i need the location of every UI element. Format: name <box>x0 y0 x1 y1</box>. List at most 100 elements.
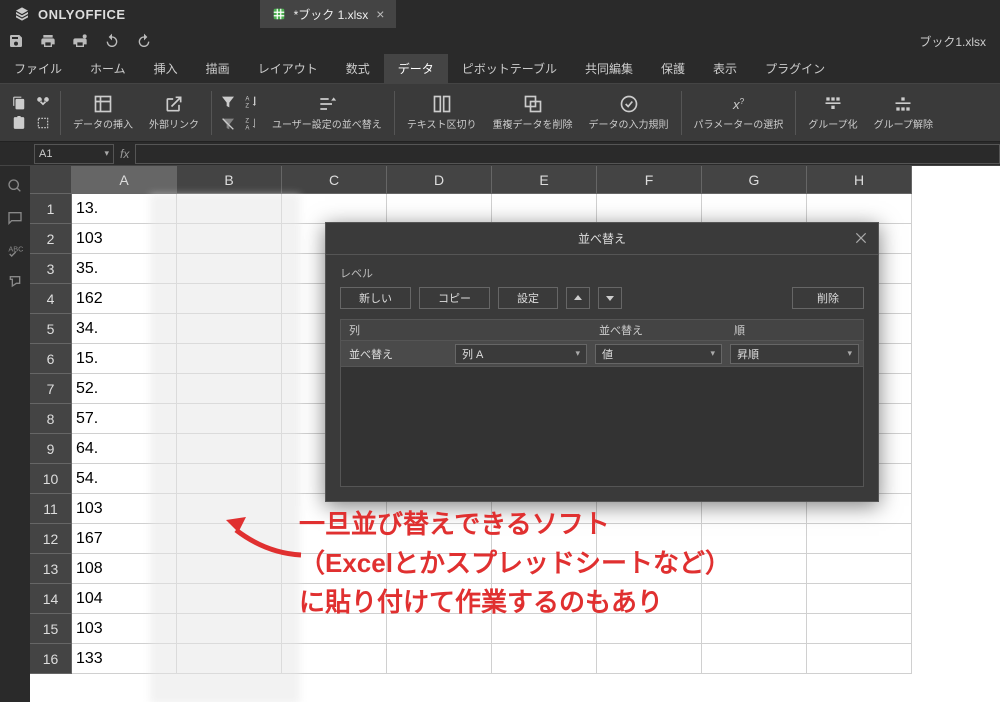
formula-input[interactable] <box>135 144 1000 164</box>
external-link-button[interactable]: 外部リンク <box>141 92 207 133</box>
menu-item-表示[interactable]: 表示 <box>699 54 751 83</box>
data-validation-button[interactable]: データの入力規則 <box>581 92 677 133</box>
col-header-G[interactable]: G <box>702 166 807 194</box>
feedback-icon[interactable] <box>7 274 23 290</box>
sort-column-select[interactable]: 列 A▾ <box>455 344 587 364</box>
redo-icon[interactable] <box>136 33 152 49</box>
menu-item-共同編集[interactable]: 共同編集 <box>571 54 647 83</box>
spellcheck-icon[interactable]: ABC <box>7 242 23 258</box>
dialog-title-bar[interactable]: 並べ替え <box>326 223 878 255</box>
text-to-columns-button[interactable]: テキスト区切り <box>399 92 485 133</box>
col-header-A[interactable]: A <box>72 166 177 194</box>
undo-icon[interactable] <box>104 33 120 49</box>
row-header-3[interactable]: 3 <box>30 254 72 284</box>
menu-item-ピボットテーブル[interactable]: ピボットテーブル <box>448 54 571 83</box>
row-header-14[interactable]: 14 <box>30 584 72 614</box>
sort-on-select[interactable]: 値▾ <box>595 344 722 364</box>
menu-item-ファイル[interactable]: ファイル <box>0 54 76 83</box>
comments-icon[interactable] <box>7 210 23 226</box>
row-header-5[interactable]: 5 <box>30 314 72 344</box>
cut-icon[interactable] <box>36 96 50 110</box>
row-header-6[interactable]: 6 <box>30 344 72 374</box>
svg-text:A: A <box>245 125 249 131</box>
menu-item-保護[interactable]: 保護 <box>647 54 699 83</box>
row-header-9[interactable]: 9 <box>30 434 72 464</box>
search-icon[interactable] <box>7 178 23 194</box>
fx-icon[interactable]: fx <box>120 147 129 161</box>
sort-desc-icon[interactable]: ZA <box>244 116 260 132</box>
move-down-button[interactable] <box>598 287 622 309</box>
save-icon[interactable] <box>8 33 24 49</box>
cell-F16[interactable] <box>597 644 702 674</box>
col-header-C[interactable]: C <box>282 166 387 194</box>
select-all-corner[interactable] <box>30 166 72 194</box>
group-button[interactable]: グループ化 <box>800 92 865 133</box>
delete-level-button[interactable]: 削除 <box>792 287 864 309</box>
clear-filter-icon[interactable] <box>220 116 236 132</box>
row-header-8[interactable]: 8 <box>30 404 72 434</box>
cell-D16[interactable] <box>387 644 492 674</box>
col-header-F[interactable]: F <box>597 166 702 194</box>
row-header-10[interactable]: 10 <box>30 464 72 494</box>
insert-data-button[interactable]: データの挿入 <box>65 92 141 133</box>
close-icon[interactable]: × <box>376 6 384 22</box>
sort-asc-icon[interactable]: AZ <box>244 94 260 110</box>
remove-duplicates-button[interactable]: 重複データを削除 <box>485 92 581 133</box>
print-icon[interactable] <box>40 33 56 49</box>
new-level-button[interactable]: 新しい <box>340 287 411 309</box>
settings-button[interactable]: 設定 <box>498 287 558 309</box>
row-header-7[interactable]: 7 <box>30 374 72 404</box>
cell-H14[interactable] <box>807 584 912 614</box>
cell-D1[interactable] <box>387 194 492 224</box>
cell-G16[interactable] <box>702 644 807 674</box>
cell-H1[interactable] <box>807 194 912 224</box>
cell-H12[interactable] <box>807 524 912 554</box>
cell-E1[interactable] <box>492 194 597 224</box>
sort-order-select[interactable]: 昇順▾ <box>730 344 859 364</box>
col-header-E[interactable]: E <box>492 166 597 194</box>
copy-icon[interactable] <box>12 96 26 110</box>
row-header-15[interactable]: 15 <box>30 614 72 644</box>
copy-level-button[interactable]: コピー <box>419 287 490 309</box>
filename-label: ブック1.xlsx <box>919 33 992 50</box>
menu-item-レイアウト[interactable]: レイアウト <box>244 54 332 83</box>
col-header-B[interactable]: B <box>177 166 282 194</box>
menu-item-プラグイン[interactable]: プラグイン <box>751 54 839 83</box>
custom-sort-button[interactable]: ユーザー設定の並べ替え <box>264 92 390 133</box>
quick-print-icon[interactable] <box>72 33 88 49</box>
menu-item-ホーム[interactable]: ホーム <box>76 54 140 83</box>
formula-bar-row: A1 ▾ fx <box>0 142 1000 166</box>
select-icon[interactable] <box>36 116 50 130</box>
filter-icon[interactable] <box>220 94 236 110</box>
name-box[interactable]: A1 ▾ <box>34 144 114 164</box>
cell-E16[interactable] <box>492 644 597 674</box>
left-sidebar: ABC <box>0 166 30 702</box>
cell-G1[interactable] <box>702 194 807 224</box>
menu-item-数式[interactable]: 数式 <box>332 54 384 83</box>
parameter-select-button[interactable]: x? パラメーターの選択 <box>686 92 792 133</box>
row-header-12[interactable]: 12 <box>30 524 72 554</box>
col-header-D[interactable]: D <box>387 166 492 194</box>
menu-item-描画[interactable]: 描画 <box>192 54 244 83</box>
row-header-2[interactable]: 2 <box>30 224 72 254</box>
row-header-13[interactable]: 13 <box>30 554 72 584</box>
menu-item-挿入[interactable]: 挿入 <box>140 54 192 83</box>
cell-H13[interactable] <box>807 554 912 584</box>
paste-icon[interactable] <box>12 116 26 130</box>
row-header-4[interactable]: 4 <box>30 284 72 314</box>
ungroup-button[interactable]: グループ解除 <box>866 92 941 133</box>
row-header-11[interactable]: 11 <box>30 494 72 524</box>
chevron-down-icon: ▾ <box>104 148 109 159</box>
col-header-H[interactable]: H <box>807 166 912 194</box>
annotation-text: 一旦並び替えできるソフト （Excelとかスプレッドシートなど） に貼り付けて作… <box>299 505 731 622</box>
row-header-1[interactable]: 1 <box>30 194 72 224</box>
move-up-button[interactable] <box>566 287 590 309</box>
cell-H16[interactable] <box>807 644 912 674</box>
document-tab[interactable]: *ブック 1.xlsx × <box>260 0 397 28</box>
menu-item-データ[interactable]: データ <box>384 54 448 83</box>
cell-F1[interactable] <box>597 194 702 224</box>
close-icon[interactable] <box>854 231 868 245</box>
sort-level-row[interactable]: 並べ替え 列 A▾ 値▾ 昇順▾ <box>340 341 864 367</box>
row-header-16[interactable]: 16 <box>30 644 72 674</box>
cell-H15[interactable] <box>807 614 912 644</box>
